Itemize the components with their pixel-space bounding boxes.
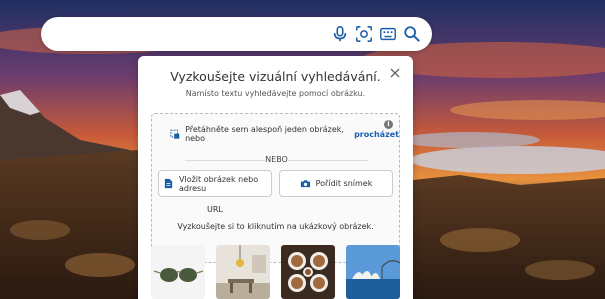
search-input[interactable] — [57, 25, 331, 45]
take-photo-button[interactable]: Pořídit snímek — [279, 170, 393, 197]
sample-image-dining-room[interactable] — [216, 245, 270, 299]
visual-search-icon[interactable] — [354, 24, 374, 44]
search-bar[interactable] — [41, 17, 432, 51]
drag-image-icon — [170, 129, 180, 139]
paste-image-button[interactable]: Vložit obrázek nebo adresu — [158, 170, 272, 197]
paste-image-label-wrap: URL — [207, 205, 223, 214]
paste-image-label: Vložit obrázek nebo adresu — [179, 174, 259, 193]
sample-image-sydney-opera-house[interactable] — [346, 245, 400, 299]
sample-images-label: Vyzkoušejte si to kliknutím na ukázkový … — [177, 222, 374, 231]
keyboard-icon[interactable] — [378, 24, 398, 44]
microphone-icon[interactable] — [330, 24, 350, 44]
take-photo-label: Pořídit snímek — [315, 179, 373, 188]
sample-image-sunglasses[interactable] — [151, 245, 205, 299]
panel-subtitle: Namísto textu vyhledávejte pomocí obrázk… — [185, 89, 366, 98]
document-icon — [164, 178, 173, 189]
visual-search-panel: Vyzkoušejte vizuální vyhledávání. Namíst… — [138, 56, 413, 299]
drop-text: Přetáhněte sem alespoň jeden obrázek, ne… — [185, 125, 344, 143]
sample-image-coffee-cups[interactable] — [281, 245, 335, 299]
panel-title: Vyzkoušejte vizuální vyhledávání. — [170, 69, 381, 84]
or-divider: NEBO — [185, 153, 368, 167]
search-icon[interactable] — [402, 24, 422, 44]
browse-link[interactable]: procházet — [354, 130, 399, 139]
camera-icon — [300, 180, 310, 188]
drop-instructions: Přetáhněte sem alespoň jeden obrázek, ne… — [170, 125, 399, 143]
